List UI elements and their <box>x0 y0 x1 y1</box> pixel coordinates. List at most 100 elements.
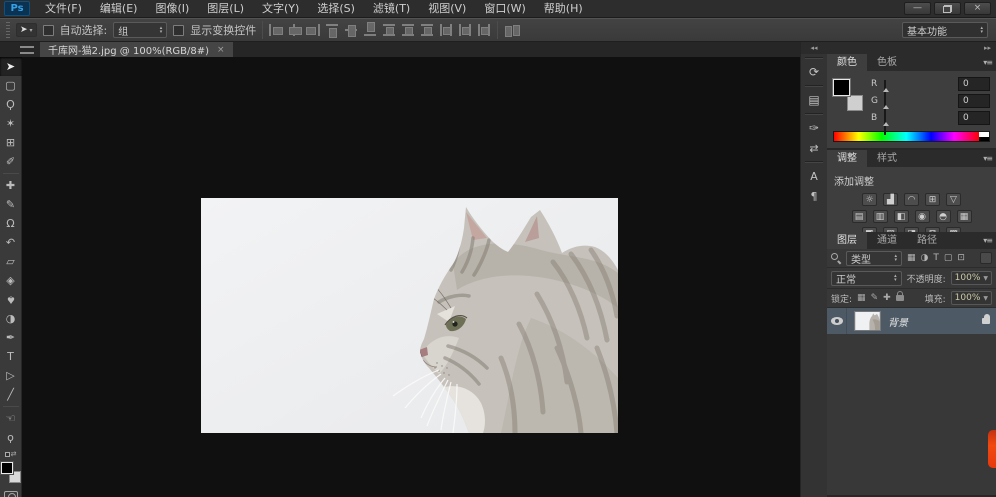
document-tab[interactable]: 千库网-猫2.jpg @ 100%(RGB/8#) × <box>40 42 233 57</box>
line-tool[interactable]: ╱ <box>0 385 22 404</box>
brightness-contrast-icon[interactable]: ☼ <box>862 193 877 206</box>
crop-tool[interactable]: ⊞ <box>0 133 22 152</box>
paragraph-panel-icon[interactable]: ¶ <box>802 186 826 206</box>
pen-tool[interactable]: ✒ <box>0 328 22 347</box>
red-value-field[interactable]: 0 <box>958 77 990 91</box>
lock-transparent-pixels-icon[interactable]: ▦ <box>857 293 866 303</box>
align-horizontal-centers-button[interactable] <box>288 24 301 36</box>
show-transform-checkbox[interactable] <box>173 25 184 36</box>
slider-marker[interactable] <box>883 105 889 109</box>
align-right-edges-button[interactable] <box>307 24 320 36</box>
quick-selection-tool[interactable]: ✶ <box>0 114 22 133</box>
layer-row-background[interactable]: 背景 <box>827 308 996 334</box>
close-button[interactable]: × <box>964 2 991 15</box>
hand-tool[interactable]: ☜ <box>0 409 22 428</box>
filter-smart-objects-icon[interactable]: ⊡ <box>957 253 965 263</box>
color-balance-icon[interactable]: ▥ <box>873 210 888 223</box>
spectrum-bw-swatch[interactable] <box>979 132 989 141</box>
exposure-icon[interactable]: ⊞ <box>925 193 940 206</box>
photo-filter-icon[interactable]: ◉ <box>915 210 930 223</box>
type-tool[interactable]: T <box>0 347 22 366</box>
history-brush-tool[interactable]: ↶ <box>0 233 22 252</box>
menu-layer[interactable]: 图层(L) <box>198 0 253 18</box>
menu-window[interactable]: 窗口(W) <box>475 0 534 18</box>
filter-pixel-layers-icon[interactable]: ▦ <box>907 253 916 263</box>
filter-type-layers-icon[interactable]: T <box>933 253 939 263</box>
workspace-switcher[interactable]: 基本功能 <box>902 22 988 38</box>
vibrance-icon[interactable]: ▽ <box>946 193 961 206</box>
menu-type[interactable]: 文字(Y) <box>253 0 308 18</box>
current-tool-button[interactable]: ➤ ▾ <box>16 23 37 37</box>
align-bottom-edges-button[interactable] <box>364 24 377 36</box>
tab-swatches[interactable]: 色板 <box>867 54 907 71</box>
actions-panel-icon[interactable]: ▤ <box>802 90 826 110</box>
quick-mask-button[interactable] <box>4 491 18 497</box>
opacity-dropdown[interactable]: 100% ▼ <box>951 271 992 285</box>
default-swap-colors[interactable]: ⇄ <box>5 450 17 458</box>
healing-brush-tool[interactable]: ✚ <box>0 176 22 195</box>
collapse-panels-icon[interactable]: ▸▸ <box>827 42 996 54</box>
distribute-right-edges-button[interactable] <box>478 24 491 36</box>
menu-file[interactable]: 文件(F) <box>36 0 91 18</box>
zoom-tool[interactable]: ϙ <box>0 428 22 447</box>
lock-position-icon[interactable]: ✚ <box>883 293 891 303</box>
menu-help[interactable]: 帮助(H) <box>535 0 592 18</box>
distribute-horizontal-centers-button[interactable] <box>459 24 472 36</box>
slider-marker[interactable] <box>883 88 889 92</box>
align-top-edges-button[interactable] <box>326 24 339 36</box>
panel-menu-icon[interactable]: ▾≡ <box>983 154 992 163</box>
fill-dropdown[interactable]: 100% ▼ <box>951 291 992 305</box>
eraser-tool[interactable]: ▱ <box>0 252 22 271</box>
blur-tool[interactable]: ♠ <box>0 290 22 309</box>
tab-color[interactable]: 颜色 <box>827 54 867 71</box>
tab-layers[interactable]: 图层 <box>827 232 867 249</box>
tab-paths[interactable]: 路径 <box>907 232 947 249</box>
tab-close-icon[interactable]: × <box>217 45 225 55</box>
path-selection-tool[interactable]: ▷ <box>0 366 22 385</box>
blue-value-field[interactable]: 0 <box>958 111 990 125</box>
menu-edit[interactable]: 编辑(E) <box>91 0 147 18</box>
filter-toggle-button[interactable] <box>980 252 992 264</box>
curves-icon[interactable]: ◠ <box>904 193 919 206</box>
tab-adjustments[interactable]: 调整 <box>827 150 867 167</box>
marquee-tool[interactable]: ▢ <box>0 76 22 95</box>
character-panel-icon[interactable]: A <box>802 166 826 186</box>
spectrum-gradient[interactable] <box>834 132 979 141</box>
layer-visibility-cell[interactable] <box>827 308 847 334</box>
channel-mixer-icon[interactable]: ◓ <box>936 210 951 223</box>
canvas-area[interactable] <box>22 57 800 497</box>
brush-panel-icon[interactable]: ✑ <box>802 118 826 138</box>
distribute-bottom-edges-button[interactable] <box>421 24 434 36</box>
levels-icon[interactable]: ▟ <box>883 193 898 206</box>
move-tool[interactable]: ➤ <box>0 57 22 76</box>
menu-image[interactable]: 图像(I) <box>146 0 198 18</box>
align-left-edges-button[interactable] <box>269 24 282 36</box>
tab-styles[interactable]: 样式 <box>867 150 907 167</box>
color-spectrum-ramp[interactable] <box>833 131 990 142</box>
foreground-color-swatch[interactable] <box>833 79 850 96</box>
dodge-tool[interactable]: ◑ <box>0 309 22 328</box>
layer-thumbnail[interactable] <box>854 311 881 331</box>
filter-shape-layers-icon[interactable]: ▢ <box>944 253 953 263</box>
tab-overflow-icon[interactable] <box>20 46 34 54</box>
clone-stamp-tool[interactable]: Ω <box>0 214 22 233</box>
restore-button[interactable] <box>934 2 961 15</box>
hue-saturation-icon[interactable]: ▤ <box>852 210 867 223</box>
options-bar-grip[interactable] <box>6 22 10 38</box>
menu-filter[interactable]: 滤镜(T) <box>364 0 419 18</box>
gradient-tool[interactable]: ◈ <box>0 271 22 290</box>
clone-source-panel-icon[interactable]: ⇄ <box>802 138 826 158</box>
menu-view[interactable]: 视图(V) <box>419 0 475 18</box>
history-panel-icon[interactable]: ⟳ <box>802 62 826 82</box>
brush-tool[interactable]: ✎ <box>0 195 22 214</box>
align-vertical-centers-button[interactable] <box>345 24 358 36</box>
distribute-top-edges-button[interactable] <box>383 24 396 36</box>
blend-mode-dropdown[interactable]: 正常 <box>831 271 902 286</box>
auto-select-checkbox[interactable] <box>43 25 54 36</box>
tab-channels[interactable]: 通道 <box>867 232 907 249</box>
auto-align-layers-button[interactable] <box>504 24 521 36</box>
panel-menu-icon[interactable]: ▾≡ <box>983 58 992 67</box>
color-lookup-icon[interactable]: ▦ <box>957 210 972 223</box>
foreground-color-swatch[interactable] <box>1 462 13 474</box>
expand-panels-icon[interactable]: ◂◂ <box>801 42 827 54</box>
